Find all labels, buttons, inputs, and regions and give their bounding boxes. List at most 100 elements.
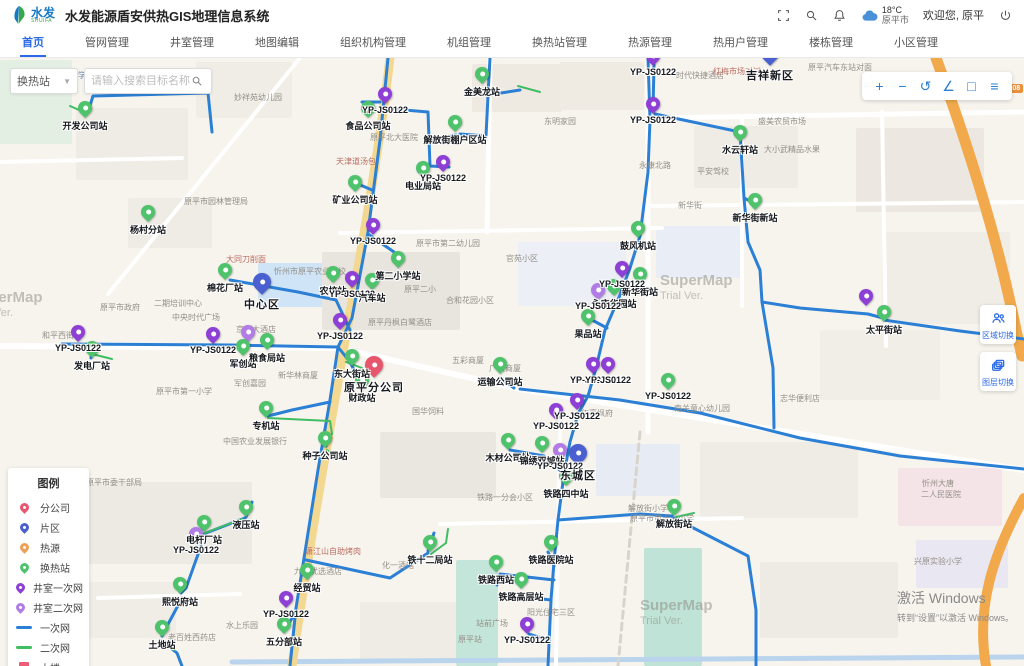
map-side-tools: 区域切换图层切换	[980, 305, 1016, 391]
marker-label: YP-JS0122	[504, 635, 550, 645]
chevron-down-icon: ▼	[63, 77, 71, 86]
map-poi-label: 五彩商厦	[452, 355, 484, 366]
trial-watermark: SuperMapTrial Ver.	[640, 598, 713, 627]
map-poi-label: 新华林商厦	[278, 370, 318, 381]
marker-label: 解放街站	[656, 517, 692, 530]
gis-application: 水发 SHUIFA 水发能源盾安供热GIS地理信息系统 18°C 原平市	[0, 0, 1024, 666]
map-poi-label: 二期培训中心	[154, 298, 202, 309]
marker-label: YP-JS0122	[317, 331, 363, 341]
map-toolbar: +−↺∠□≡	[862, 72, 1012, 100]
legend-item-井室二次网: 井室二次网	[16, 597, 81, 617]
side-tool-图层切换[interactable]: 图层切换	[980, 352, 1016, 391]
tab-组织机构管理[interactable]: 组织机构管理	[338, 28, 408, 57]
weather-city: 原平市	[882, 15, 909, 25]
cloud-icon	[861, 9, 878, 22]
marker-label: 中心区	[244, 296, 280, 312]
marker-label: 第二小学站	[375, 269, 420, 282]
map-poi-label: 站前广场	[476, 618, 508, 629]
legend-panel: 图例 分公司片区热源换热站井室一次网井室二次网一次网二次网大楼	[8, 468, 89, 666]
marker-label: 铁路西站	[478, 573, 514, 586]
search-category-select[interactable]: 换热站 ▼	[10, 68, 78, 94]
map-search-bar: 换热站 ▼	[10, 68, 212, 94]
tab-换热站管理[interactable]: 换热站管理	[530, 28, 589, 57]
search-input[interactable]	[91, 75, 191, 87]
map-poi-label: 妙祥苑幼儿园	[234, 92, 282, 103]
tab-机组管理[interactable]: 机组管理	[445, 28, 493, 57]
trial-watermark: SuperMapTrial Ver.	[660, 273, 733, 302]
legend-item-大楼: 大楼	[16, 657, 81, 666]
marker-label: 土地站	[148, 638, 175, 651]
tab-热用户管理[interactable]: 热用户管理	[711, 28, 770, 57]
map-poi-label: 潇江山自助烤肉	[305, 546, 361, 557]
map-poi-label: 二人民医院	[921, 489, 961, 500]
app-header: 水发 SHUIFA 水发能源盾安供热GIS地理信息系统 18°C 原平市	[0, 0, 1024, 30]
map-poi-label: 志华便利店	[780, 393, 820, 404]
marker-label: 金美龙站	[464, 85, 500, 98]
tab-首页[interactable]: 首页	[20, 28, 46, 57]
marker-label: YP-JS0122	[645, 391, 691, 401]
map-poi-label: 原平市园林管理局	[184, 196, 248, 207]
map-poi-label: 中央时代广场	[172, 312, 220, 323]
map-poi-label: 原平市第一小学	[156, 386, 212, 397]
logo-leaf-icon	[12, 5, 27, 25]
weather-widget: 18°C 原平市	[861, 5, 909, 26]
welcome-text: 欢迎您, 原平	[923, 7, 984, 23]
marker-label: 杨村分站	[130, 223, 166, 236]
tab-井室管理[interactable]: 井室管理	[168, 28, 216, 57]
map-poi-label: 国华饲料	[412, 406, 444, 417]
fullscreen-icon[interactable]	[777, 8, 791, 22]
search-category-value: 换热站	[17, 73, 50, 89]
layer-list-button[interactable]: ≡	[983, 74, 1006, 98]
bell-icon[interactable]	[833, 8, 847, 22]
marker-label: YP-JS0122	[55, 343, 101, 353]
marker-label: 粮食局站	[249, 351, 285, 364]
marker-label: 铁十二局站	[407, 553, 452, 566]
map-poi-label: 官苑小区	[506, 253, 538, 264]
app-title: 水发能源盾安供热GIS地理信息系统	[65, 6, 269, 25]
marker-label: YP-JS0122	[263, 609, 309, 619]
marker-label: 种子公司站	[302, 449, 347, 462]
legend-label: 井室二次网	[33, 600, 83, 615]
marker-label: YP-JS0122	[350, 236, 396, 246]
marker-label: YP-JS0122	[630, 67, 676, 77]
layers-icon	[991, 358, 1006, 375]
tab-管网管理[interactable]: 管网管理	[83, 28, 131, 57]
reset-view-button[interactable]: ↺	[914, 74, 937, 98]
map-canvas[interactable]: 原平市实验中学妙祥苑幼儿园东明家园时代快捷酒店红梅市场对过原平汽车东站对面盛美农…	[0, 58, 1024, 666]
legend-symbol	[16, 583, 25, 592]
activation-line2: 转到“设置”以激活 Windows。	[897, 611, 1014, 624]
legend-label: 片区	[40, 520, 60, 535]
marker-label: 铁路四中站	[543, 487, 588, 500]
side-tool-label: 图层切换	[982, 377, 1014, 388]
tab-小区管理[interactable]: 小区管理	[892, 28, 940, 57]
map-poi-label: 东明家园	[544, 116, 576, 127]
magnifier-icon[interactable]	[191, 75, 203, 87]
map-poi-label: 新华街	[678, 200, 702, 211]
logout-icon[interactable]	[998, 8, 1012, 22]
marker-label: 解放街棚户区站	[423, 133, 486, 146]
marker-label: 发电厂站	[74, 359, 110, 372]
tab-地图编辑[interactable]: 地图编辑	[253, 28, 301, 57]
tab-热源管理[interactable]: 热源管理	[626, 28, 674, 57]
legend-label: 换热站	[40, 560, 70, 575]
marker-label: 太平街站	[866, 323, 902, 336]
marker-label: YP-JS0122	[420, 173, 466, 183]
legend-symbol	[16, 626, 32, 629]
measure-distance-button[interactable]: ∠	[937, 74, 960, 98]
map-poi-label: 原平丹枫白鹭酒店	[368, 317, 432, 328]
map-poi-label: 大同刀削面	[226, 254, 266, 265]
users-icon	[991, 311, 1006, 328]
zoom-out-button[interactable]: −	[891, 74, 914, 98]
marker-label: 新华街新站	[732, 211, 777, 224]
map-poi-label: 原平站	[458, 634, 482, 645]
marker-label: 棉花厂站	[207, 281, 243, 294]
map-poi-label: 和平西街	[42, 330, 74, 341]
tab-楼栋管理[interactable]: 楼栋管理	[807, 28, 855, 57]
legend-symbol	[16, 603, 25, 612]
search-icon[interactable]	[805, 8, 819, 22]
measure-area-button[interactable]: □	[960, 74, 983, 98]
side-tool-区域切换[interactable]: 区域切换	[980, 305, 1016, 344]
zoom-in-button[interactable]: +	[868, 74, 891, 98]
legend-title: 图例	[16, 475, 81, 491]
map-poi-label: 兴原实验小学	[914, 556, 962, 567]
